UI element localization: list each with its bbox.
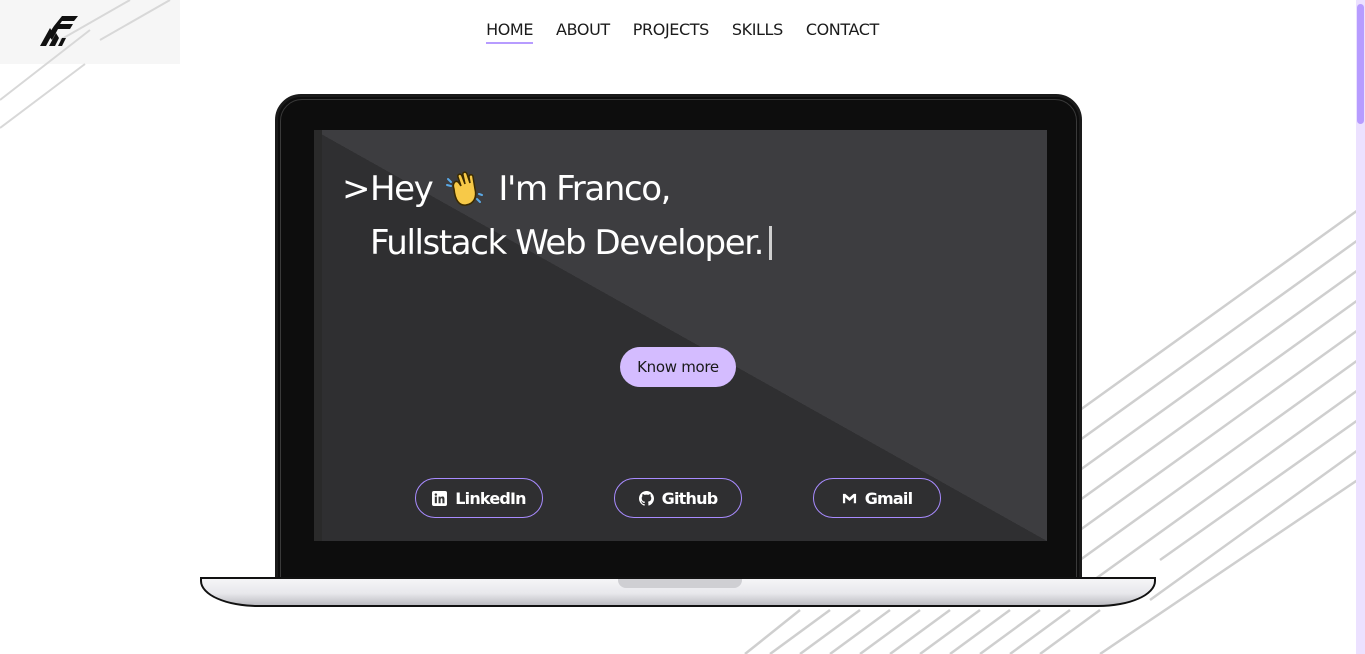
gmail-label: Gmail	[864, 488, 913, 508]
github-icon	[638, 490, 654, 506]
hero-intro: I'm Franco,	[498, 169, 671, 209]
know-more-button[interactable]: Know more	[620, 347, 736, 387]
laptop-screen: > Hey I'm Franco, Fullstack Web Develope…	[314, 130, 1047, 541]
github-button[interactable]: Github	[614, 478, 742, 518]
linkedin-icon	[432, 490, 448, 506]
hero-greeting: Hey	[370, 169, 434, 209]
nav-contact[interactable]: CONTACT	[806, 20, 879, 44]
nav-skills[interactable]: SKILLS	[732, 20, 783, 44]
typing-cursor	[769, 226, 773, 260]
nav-about[interactable]: ABOUT	[556, 20, 610, 44]
nav-home[interactable]: HOME	[486, 20, 533, 44]
laptop-base	[200, 577, 1156, 607]
linkedin-button[interactable]: LinkedIn	[415, 478, 543, 518]
terminal-prompt: >	[342, 169, 370, 209]
laptop-notch	[618, 579, 742, 588]
github-label: Github	[661, 488, 718, 508]
gmail-icon	[842, 493, 856, 503]
nav-projects[interactable]: PROJECTS	[633, 20, 709, 44]
laptop-mockup: > Hey I'm Franco, Fullstack Web Develope…	[200, 94, 1156, 608]
hero-role: Fullstack Web Developer.	[370, 223, 764, 263]
waving-hand-icon	[446, 171, 484, 206]
hero-headline: > Hey I'm Franco, Fullstack Web Develope…	[342, 162, 773, 270]
linkedin-label: LinkedIn	[455, 488, 526, 508]
scrollbar-thumb[interactable]	[1357, 4, 1364, 124]
gmail-button[interactable]: Gmail	[813, 478, 941, 518]
main-nav: HOME ABOUT PROJECTS SKILLS CONTACT	[0, 20, 1365, 44]
page-scrollbar[interactable]	[1356, 0, 1365, 654]
